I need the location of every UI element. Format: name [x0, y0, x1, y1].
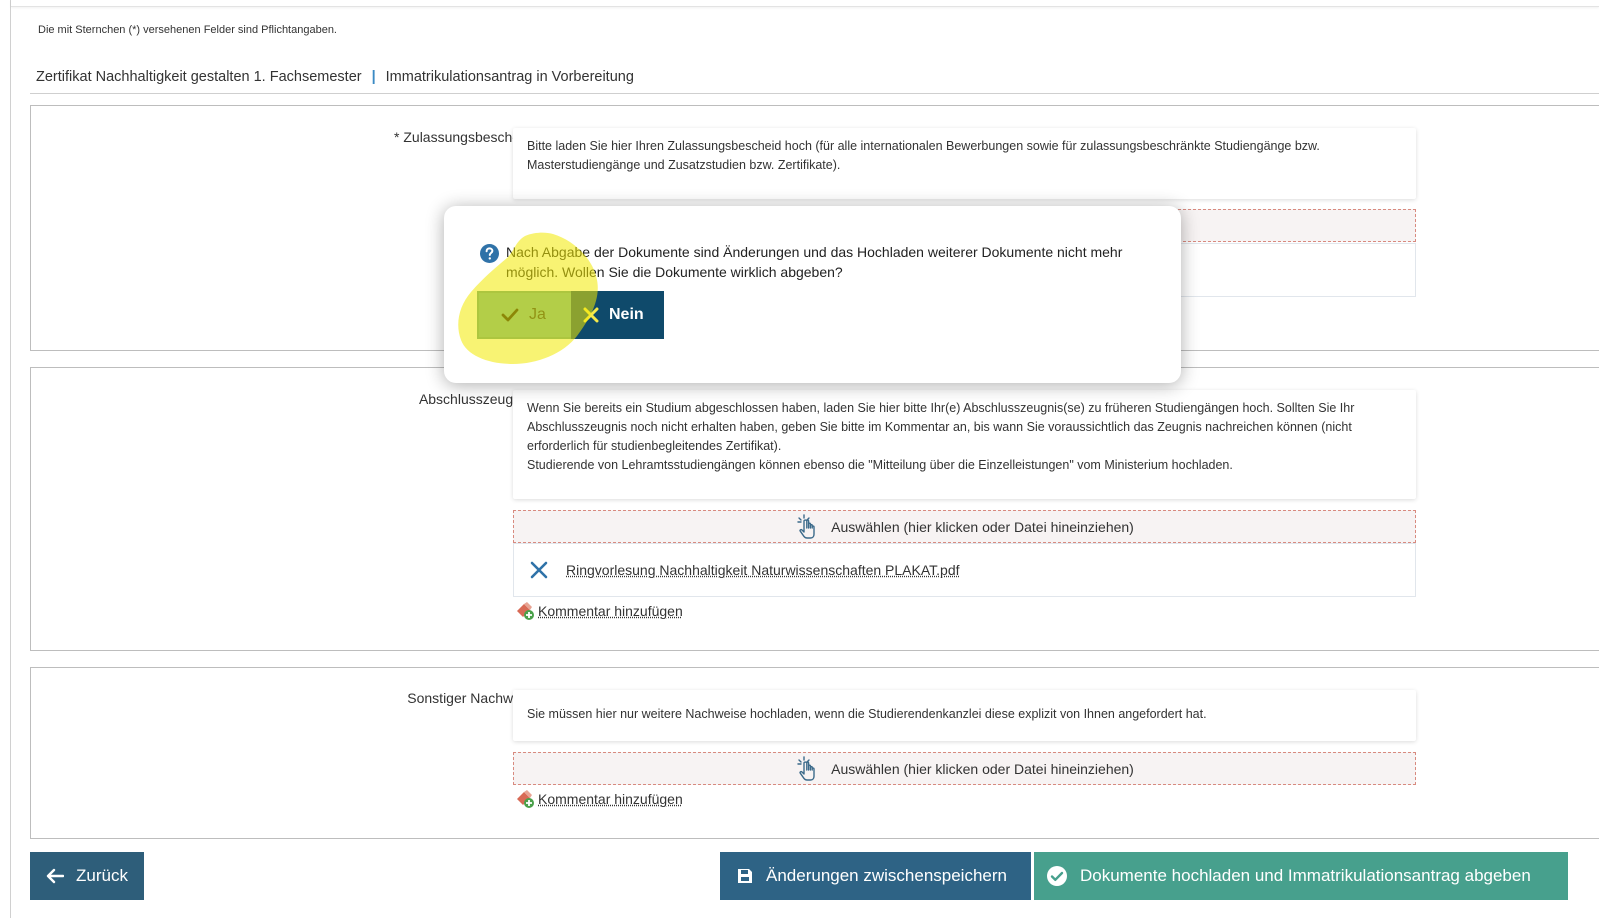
confirm-no-button[interactable]: Nein — [571, 291, 664, 339]
breadcrumb: Zertifikat Nachhaltigkeit gestalten 1. F… — [36, 69, 634, 85]
add-comment-label: Kommentar hinzufügen — [538, 791, 683, 807]
add-comment-label: Kommentar hinzufügen — [538, 603, 683, 619]
uploaded-file-row: Ringvorlesung Nachhaltigkeit Naturwissen… — [513, 543, 1416, 597]
hand-pointer-icon — [797, 755, 815, 781]
field-label-zulassungsbescheid: * Zulassungsbescheid — [394, 129, 531, 145]
comment-add-icon — [517, 790, 534, 808]
save-icon — [738, 869, 752, 883]
submit-application-label: Dokumente hochladen und Immatrikulations… — [1080, 866, 1531, 885]
back-button[interactable]: Zurück — [30, 852, 144, 900]
section-abschlusszeugnis: Abschlusszeugnis Wenn Sie bereits ein St… — [30, 367, 1599, 651]
required-fields-note: Die mit Sternchen (*) versehenen Felder … — [38, 24, 337, 36]
add-comment-link-abschlusszeugnis[interactable]: Kommentar hinzufügen — [515, 601, 683, 621]
info-box-abschlusszeugnis: Wenn Sie bereits ein Studium abgeschloss… — [513, 390, 1416, 499]
dropzone-label: Auswählen (hier klicken oder Datei hinei… — [831, 760, 1134, 777]
hand-pointer-icon — [797, 513, 815, 539]
close-icon — [583, 307, 599, 323]
breadcrumb-separator: | — [371, 69, 376, 85]
info-box-sonstiger-nachweis: Sie müssen hier nur weitere Nachweise ho… — [513, 690, 1416, 741]
info-text-sonstiger-nachweis: Sie müssen hier nur weitere Nachweise ho… — [527, 707, 1207, 721]
arrow-left-icon — [46, 868, 64, 884]
bottom-action-bar: Zurück Änderungen zwischenspeichern Doku… — [0, 852, 1599, 900]
info-text-abschlusszeugnis: Wenn Sie bereits ein Studium abgeschloss… — [527, 401, 1355, 453]
dropzone-abschlusszeugnis[interactable]: Auswählen (hier klicken oder Datei hinei… — [513, 510, 1416, 543]
confirm-yes-label: Ja — [529, 306, 546, 323]
breadcrumb-divider — [30, 93, 1599, 94]
confirm-dialog-message: Nach Abgabe der Dokumente sind Änderunge… — [506, 244, 1123, 280]
info-box-zulassungsbescheid: Bitte laden Sie hier Ihren Zulassungsbes… — [513, 128, 1416, 199]
section-sonstiger-nachweis: Sonstiger Nachweis Sie müssen hier nur w… — [30, 667, 1599, 839]
submit-application-button[interactable]: Dokumente hochladen und Immatrikulations… — [1034, 852, 1568, 900]
header-strip — [11, 0, 1599, 7]
confirm-dialog: Nach Abgabe der Dokumente sind Änderunge… — [444, 206, 1181, 383]
breadcrumb-status: Immatrikulationsantrag in Vorbereitung — [385, 69, 634, 85]
confirm-yes-button[interactable]: Ja — [477, 291, 573, 339]
check-circle-icon — [1047, 866, 1067, 886]
save-draft-label: Änderungen zwischenspeichern — [766, 866, 1007, 885]
dropzone-label: Auswählen (hier klicken oder Datei hinei… — [831, 518, 1134, 535]
info-text-zulassungsbescheid: Bitte laden Sie hier Ihren Zulassungsbes… — [527, 139, 1320, 172]
uploaded-file-link[interactable]: Ringvorlesung Nachhaltigkeit Naturwissen… — [566, 562, 960, 578]
question-icon — [480, 244, 499, 263]
breadcrumb-program: Zertifikat Nachhaltigkeit gestalten 1. F… — [36, 69, 362, 85]
comment-add-icon — [517, 602, 534, 620]
info-text-abschlusszeugnis-lehramt: Studierende von Lehramtsstudiengängen kö… — [527, 458, 1233, 472]
check-icon — [501, 308, 519, 322]
dropzone-sonstiger-nachweis[interactable]: Auswählen (hier klicken oder Datei hinei… — [513, 752, 1416, 785]
save-draft-button[interactable]: Änderungen zwischenspeichern — [720, 852, 1031, 900]
remove-file-icon[interactable] — [528, 559, 550, 581]
back-button-label: Zurück — [76, 866, 128, 885]
confirm-no-label: Nein — [609, 306, 644, 323]
page-left-border — [10, 0, 11, 918]
add-comment-link-sonstiger-nachweis[interactable]: Kommentar hinzufügen — [515, 789, 683, 809]
